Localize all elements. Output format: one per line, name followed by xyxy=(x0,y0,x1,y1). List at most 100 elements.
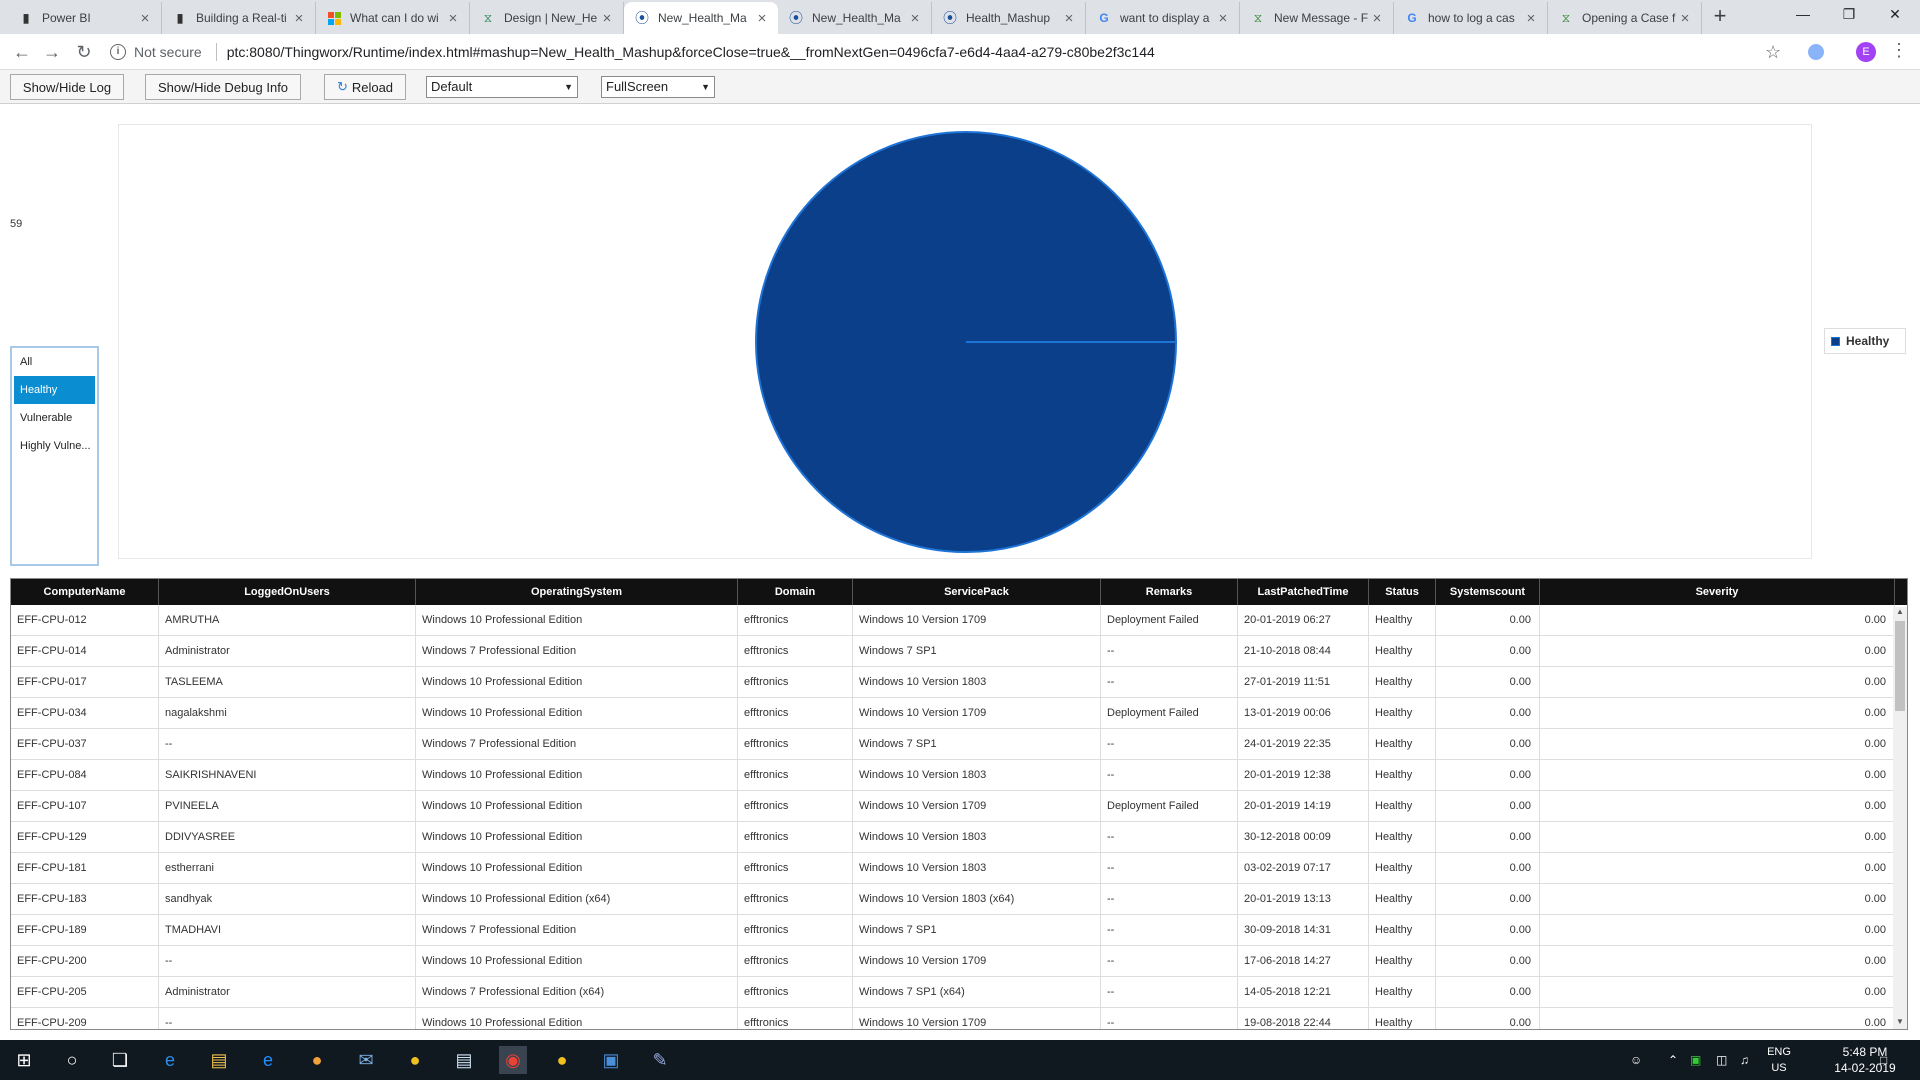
app-icon[interactable]: ● xyxy=(303,1046,331,1074)
close-tab-icon[interactable]: × xyxy=(1523,10,1539,27)
table-row[interactable]: EFF-CPU-017 TASLEEMA Windows 10 Profession… xyxy=(11,667,1907,698)
taskbar-clock[interactable]: 5:48 PM 14-02-2019 xyxy=(1830,1044,1900,1076)
close-tab-icon[interactable]: × xyxy=(445,10,461,27)
browser-tab[interactable]: What can I do wi × xyxy=(316,2,470,34)
table-row[interactable]: EFF-CPU-129 DDIVYASREE Windows 10 Professi… xyxy=(11,822,1907,853)
paint-icon[interactable]: ✎ xyxy=(646,1046,674,1074)
column-header[interactable]: OperatingSystem xyxy=(416,579,738,605)
edge-icon[interactable]: e xyxy=(156,1046,184,1074)
table-row[interactable]: EFF-CPU-037 -- Windows 7 Professional Edit… xyxy=(11,729,1907,760)
browser-tab[interactable]: Gwant to display a × xyxy=(1086,2,1240,34)
close-tab-icon[interactable]: × xyxy=(1677,10,1693,27)
table-row[interactable]: EFF-CPU-183 sandhyak Windows 10 Profession… xyxy=(11,884,1907,915)
column-header[interactable]: Remarks xyxy=(1101,579,1238,605)
network-icon[interactable]: ◫ xyxy=(1716,1040,1727,1080)
address-bar[interactable]: i Not secure ptc:8080/Thingworx/Runtime/… xyxy=(110,38,1770,66)
table-cell: Administrator xyxy=(159,977,416,1007)
grid-scrollbar[interactable]: ▲ ▼ xyxy=(1893,607,1907,1029)
status-filter-list[interactable]: All Healthy Vulnerable Highly Vulne... xyxy=(10,346,99,566)
table-row[interactable]: EFF-CPU-209 -- Windows 10 Professional Edi… xyxy=(11,1008,1907,1029)
column-header[interactable]: Domain xyxy=(738,579,853,605)
chrome-icon[interactable]: ◉ xyxy=(499,1046,527,1074)
url-text[interactable]: ptc:8080/Thingworx/Runtime/index.html#ma… xyxy=(227,44,1155,60)
filter-option[interactable]: Healthy xyxy=(14,376,95,404)
profile-avatar[interactable]: E xyxy=(1856,42,1876,62)
table-row[interactable]: EFF-CPU-012 AMRUTHA Windows 10 Professiona… xyxy=(11,605,1907,636)
browser-tab[interactable]: ⧖ Design | New_He × xyxy=(470,2,624,34)
new-tab-button[interactable]: + xyxy=(1708,4,1732,30)
browser-tab[interactable]: ⧖ New Message - F × xyxy=(1240,2,1394,34)
column-header[interactable]: Severity xyxy=(1540,579,1895,605)
app-icon[interactable]: ● xyxy=(401,1046,429,1074)
filter-option[interactable]: Highly Vulne... xyxy=(14,432,95,460)
internet-explorer-icon[interactable]: e xyxy=(254,1046,282,1074)
table-row[interactable]: EFF-CPU-107 PVINEELA Windows 10 Profession… xyxy=(11,791,1907,822)
close-window-button[interactable]: ✕ xyxy=(1872,0,1918,30)
close-tab-icon[interactable]: × xyxy=(1061,10,1077,27)
close-tab-icon[interactable]: × xyxy=(599,10,615,27)
forward-icon[interactable]: → xyxy=(40,40,64,64)
close-tab-icon[interactable]: × xyxy=(1369,10,1385,27)
column-header[interactable]: LoggedOnUsers xyxy=(159,579,416,605)
table-cell: 17-06-2018 14:27 xyxy=(1238,946,1369,976)
show-hide-log-button[interactable]: Show/Hide Log xyxy=(10,74,124,100)
browser-tab[interactable]: ▮ Building a Real-ti × xyxy=(162,2,316,34)
mode-select[interactable]: FullScreen ▼ xyxy=(601,76,715,98)
app-tray-icon[interactable]: ▣ xyxy=(1690,1040,1701,1080)
minimize-button[interactable]: — xyxy=(1780,0,1826,30)
column-header[interactable]: Status xyxy=(1369,579,1436,605)
browser-tab[interactable]: ⦿ Health_Mashup × xyxy=(932,2,1086,34)
filter-option[interactable]: All xyxy=(14,348,95,376)
filter-option[interactable]: Vulnerable xyxy=(14,404,95,432)
info-icon[interactable]: i xyxy=(110,44,126,60)
people-icon[interactable]: ☺ xyxy=(1630,1040,1642,1080)
windows-start-icon[interactable]: ⊞ xyxy=(10,1046,38,1074)
column-header[interactable]: ServicePack xyxy=(853,579,1101,605)
close-tab-icon[interactable]: × xyxy=(1215,10,1231,27)
table-row[interactable]: EFF-CPU-205 Administrator Windows 7 Profes… xyxy=(11,977,1907,1008)
table-row[interactable]: EFF-CPU-189 TMADHAVI Windows 7 Professiona… xyxy=(11,915,1907,946)
close-tab-icon[interactable]: × xyxy=(137,10,153,27)
app-icon[interactable]: ▣ xyxy=(597,1046,625,1074)
task-view-icon[interactable]: ❏ xyxy=(106,1046,134,1074)
restore-button[interactable]: ❐ xyxy=(1826,0,1872,30)
chart-app-icon[interactable]: ▤ xyxy=(450,1046,478,1074)
column-header[interactable]: LastPatchedTime xyxy=(1238,579,1369,605)
extension-icon[interactable] xyxy=(1808,44,1824,60)
language-indicator[interactable]: ENG US xyxy=(1764,1044,1794,1076)
table-row[interactable]: EFF-CPU-034 nagalakshmi Windows 10 Profess… xyxy=(11,698,1907,729)
table-row[interactable]: EFF-CPU-014 Administrator Windows 7 Profes… xyxy=(11,636,1907,667)
table-row[interactable]: EFF-CPU-200 -- Windows 10 Professional Edi… xyxy=(11,946,1907,977)
table-row[interactable]: EFF-CPU-181 estherrani Windows 10 Professi… xyxy=(11,853,1907,884)
volume-icon[interactable]: ♫ xyxy=(1740,1040,1749,1080)
browser-tab[interactable]: Ghow to log a cas × xyxy=(1394,2,1548,34)
browser-tab[interactable]: ⦿ New_Health_Ma × xyxy=(624,2,778,34)
notifications-icon[interactable]: □ xyxy=(1880,1040,1887,1080)
outlook-icon[interactable]: ✉ xyxy=(352,1046,380,1074)
ptc-community-icon: ⧖ xyxy=(1253,10,1263,25)
show-hidden-icons[interactable]: ⌃ xyxy=(1668,1040,1678,1080)
menu-dots-icon[interactable]: ⋮ xyxy=(1890,40,1908,61)
reload-button[interactable]: ↻ Reload xyxy=(324,74,406,100)
scroll-up-icon[interactable]: ▲ xyxy=(1893,607,1907,619)
scrollbar-thumb[interactable] xyxy=(1895,621,1905,711)
show-hide-debug-button[interactable]: Show/Hide Debug Info xyxy=(145,74,301,100)
browser-tab[interactable]: ⦿ New_Health_Ma × xyxy=(778,2,932,34)
browser-tab[interactable]: ⧖ Opening a Case f × xyxy=(1548,2,1702,34)
close-tab-icon[interactable]: × xyxy=(907,10,923,27)
column-header[interactable]: Systemscount xyxy=(1436,579,1540,605)
browser-tab[interactable]: ▮ Power BI × xyxy=(8,2,162,34)
close-tab-icon[interactable]: × xyxy=(754,10,770,27)
back-icon[interactable]: ← xyxy=(10,40,34,64)
theme-select[interactable]: Default ▼ xyxy=(426,76,578,98)
reload-page-icon[interactable]: ↻ xyxy=(72,40,96,64)
search-circle-icon[interactable]: ○ xyxy=(58,1046,86,1074)
bookmark-star-icon[interactable]: ☆ xyxy=(1765,42,1781,63)
file-explorer-icon[interactable]: ▤ xyxy=(205,1046,233,1074)
table-row[interactable]: EFF-CPU-084 SAIKRISHNAVENI Windows 10 Prof… xyxy=(11,760,1907,791)
chart-legend[interactable]: Healthy xyxy=(1824,328,1906,354)
close-tab-icon[interactable]: × xyxy=(291,10,307,27)
app-icon[interactable]: ● xyxy=(548,1046,576,1074)
column-header[interactable]: ComputerName xyxy=(11,579,159,605)
scroll-down-icon[interactable]: ▼ xyxy=(1893,1017,1907,1029)
